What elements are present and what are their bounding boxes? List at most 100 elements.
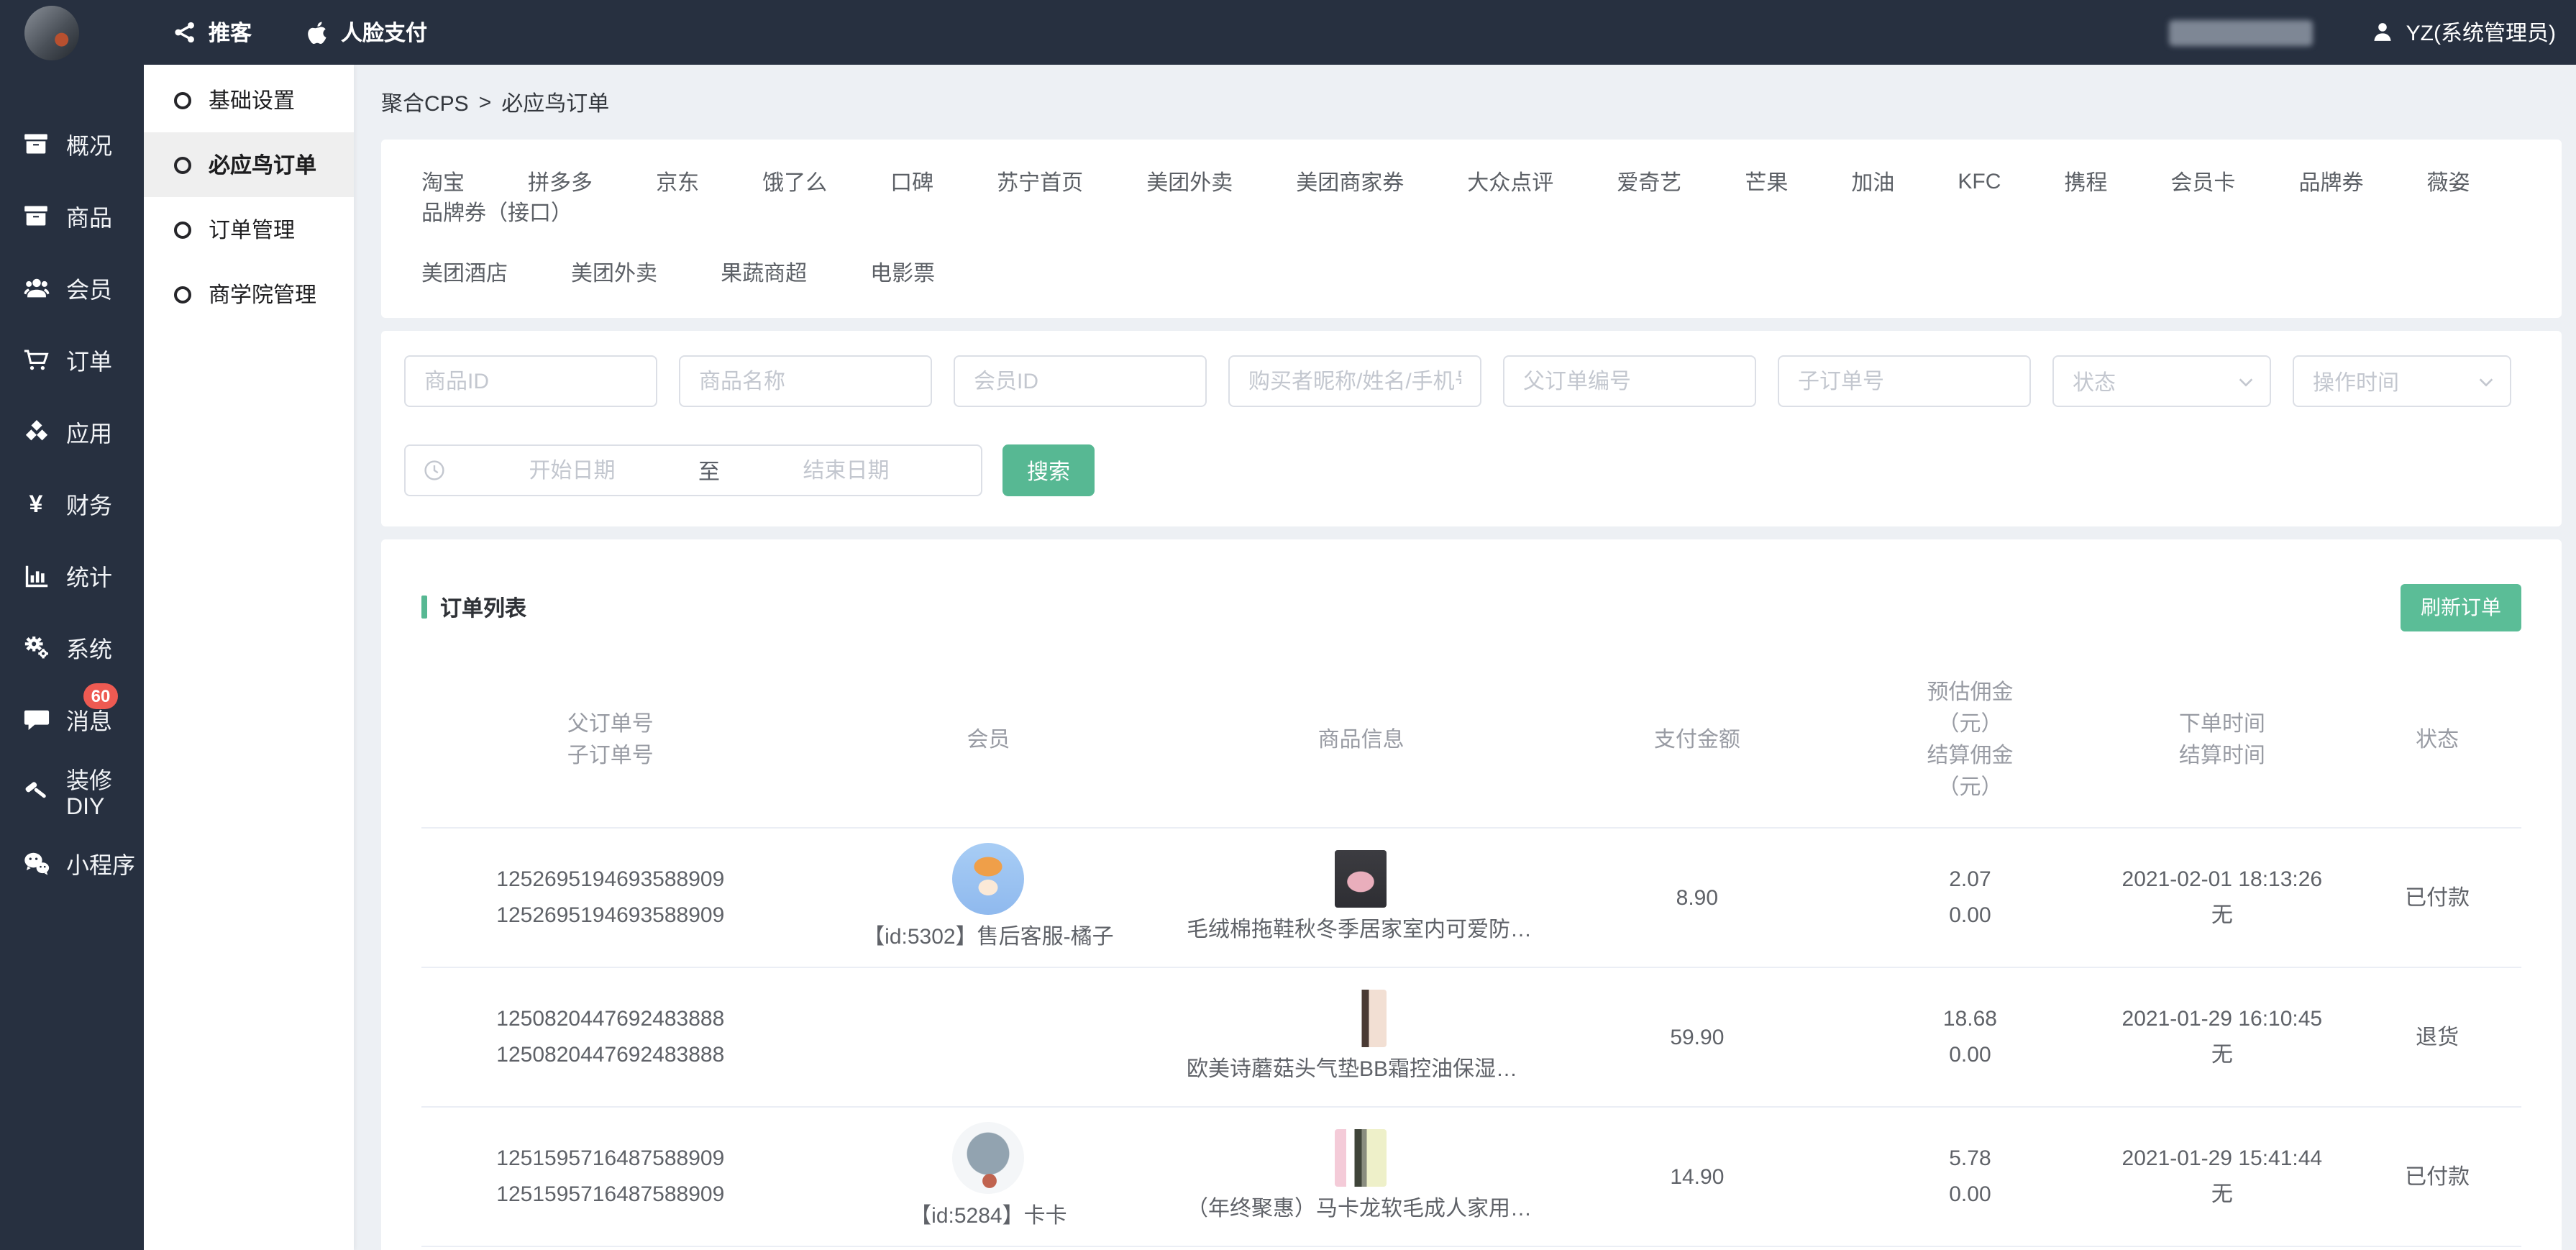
sidebar-item-miniprogram[interactable]: 小程序 bbox=[0, 827, 144, 899]
current-user-label: YZ(系统管理员) bbox=[2406, 17, 2556, 47]
product-image bbox=[1335, 1129, 1387, 1187]
tab-meituan-waimai-2[interactable]: 美团外卖 bbox=[571, 257, 657, 288]
apple-icon bbox=[303, 19, 329, 45]
sidebar-item-orders[interactable]: 订单 bbox=[0, 324, 144, 396]
tab-pinduoduo[interactable]: 拼多多 bbox=[528, 167, 593, 197]
child-order-no: 1252695194693588909 bbox=[496, 898, 724, 934]
sidebar-item-stats[interactable]: 统计 bbox=[0, 539, 144, 611]
header-order-no: 父订单号 子订单号 bbox=[421, 709, 800, 772]
current-user[interactable]: YZ(系统管理员) bbox=[2370, 17, 2556, 47]
member-name: 【id:5284】卡卡 bbox=[910, 1203, 1067, 1231]
start-date-input[interactable] bbox=[446, 457, 698, 484]
pay-amount-cell: 8.90 bbox=[1545, 880, 1849, 916]
tab-ctrip[interactable]: 携程 bbox=[2064, 167, 2107, 197]
tab-meituan-hotel[interactable]: 美团酒店 bbox=[421, 257, 508, 288]
breadcrumb: 聚合CPS > 必应鸟订单 bbox=[381, 65, 2562, 140]
settle-time: 无 bbox=[2211, 1177, 2233, 1213]
parent-order-no: 1250820447692483888 bbox=[496, 1001, 724, 1037]
topbar-right: YZ(系统管理员) bbox=[2169, 17, 2556, 47]
tab-taobao[interactable]: 淘宝 bbox=[421, 167, 465, 197]
topbar-nav: 推客 人脸支付 bbox=[171, 17, 427, 47]
buyer-input[interactable] bbox=[1228, 355, 1481, 407]
submenu-item-academy-management[interactable]: 商学院管理 bbox=[144, 262, 354, 327]
tab-meituan-voucher[interactable]: 美团商家券 bbox=[1296, 167, 1404, 197]
settle-time: 无 bbox=[2211, 898, 2233, 934]
sidebar-item-diy[interactable]: 装修DIY bbox=[0, 755, 144, 827]
order-no-cell: 1251595716487588909 1251595716487588909 bbox=[421, 1141, 800, 1213]
sidebar-item-messages[interactable]: 消息 60 bbox=[0, 683, 144, 755]
end-date-input[interactable] bbox=[720, 457, 972, 484]
circle-icon bbox=[174, 91, 191, 109]
tab-meituan-waimai[interactable]: 美团外卖 bbox=[1146, 167, 1233, 197]
submenu-item-label: 商学院管理 bbox=[209, 279, 316, 309]
circle-icon bbox=[174, 221, 191, 238]
tab-jiayou[interactable]: 加油 bbox=[1851, 167, 1894, 197]
tab-movie-ticket[interactable]: 电影票 bbox=[870, 257, 935, 288]
submenu-item-bingbird-orders[interactable]: 必应鸟订单 bbox=[144, 132, 354, 197]
goods-box-icon bbox=[22, 201, 50, 230]
orders-title-label: 订单列表 bbox=[440, 592, 526, 622]
main-content: 聚合CPS > 必应鸟订单 淘宝 拼多多 京东 饿了么 口碑 苏宁首页 美团外卖… bbox=[354, 65, 2576, 1250]
tab-dianping[interactable]: 大众点评 bbox=[1467, 167, 1553, 197]
tab-jd[interactable]: 京东 bbox=[656, 167, 699, 197]
tab-eleme[interactable]: 饿了么 bbox=[762, 167, 827, 197]
sidebar-item-members[interactable]: 会员 bbox=[0, 252, 144, 324]
header-commission: 预估佣金 （元） 结算佣金 （元） bbox=[1850, 678, 2091, 804]
tab-suning[interactable]: 苏宁首页 bbox=[997, 167, 1083, 197]
sidebar-item-label: 会员 bbox=[66, 270, 112, 305]
parent-order-input[interactable] bbox=[1503, 355, 1756, 407]
submenu-item-label: 订单管理 bbox=[209, 214, 295, 245]
status-cell: 已付款 bbox=[2353, 1159, 2521, 1195]
circle-icon bbox=[174, 156, 191, 173]
sidebar-item-system[interactable]: 系统 bbox=[0, 611, 144, 683]
settle-time: 无 bbox=[2211, 1037, 2233, 1073]
child-order-input[interactable] bbox=[1778, 355, 2031, 407]
member-cell: 【id:5284】卡卡 bbox=[800, 1122, 1178, 1231]
tab-grocery[interactable]: 果蔬商超 bbox=[721, 257, 807, 288]
sidebar-item-label: 统计 bbox=[66, 558, 112, 593]
date-range-picker[interactable]: 至 bbox=[404, 444, 982, 496]
breadcrumb-root[interactable]: 聚合CPS bbox=[381, 87, 469, 117]
tab-kfc[interactable]: KFC bbox=[1958, 170, 2001, 194]
estimated-commission: 5.78 bbox=[1949, 1141, 1991, 1177]
status-select[interactable]: 状态 bbox=[2052, 355, 2271, 407]
member-avatar bbox=[952, 843, 1024, 915]
tab-vichy[interactable]: 薇姿 bbox=[2426, 167, 2470, 197]
nav-item-tuike[interactable]: 推客 bbox=[171, 17, 252, 47]
operate-time-select[interactable]: 操作时间 bbox=[2293, 355, 2511, 407]
nav-item-face-pay[interactable]: 人脸支付 bbox=[303, 17, 427, 47]
status-cell: 已付款 bbox=[2353, 880, 2521, 916]
gears-icon bbox=[22, 633, 50, 662]
submenu-item-order-management[interactable]: 订单管理 bbox=[144, 197, 354, 262]
child-order-no: 1250820447692483888 bbox=[496, 1037, 724, 1073]
sidebar-item-finance[interactable]: ¥ 财务 bbox=[0, 467, 144, 539]
sidebar-item-label: 小程序 bbox=[66, 846, 135, 880]
user-icon bbox=[2370, 19, 2396, 45]
time-cell: 2021-01-29 15:41:44 无 bbox=[2091, 1141, 2353, 1213]
profile-avatar[interactable] bbox=[24, 5, 79, 60]
goods-name-input[interactable] bbox=[679, 355, 932, 407]
tab-brand-coupon[interactable]: 品牌券 bbox=[2298, 167, 2363, 197]
product-cell: 欧美诗蘑菇头气垫BB霜控油保湿持久... bbox=[1177, 990, 1545, 1085]
refresh-orders-button[interactable]: 刷新订单 bbox=[2401, 583, 2521, 631]
sidebar-item-overview[interactable]: 概况 bbox=[0, 108, 144, 180]
tab-iqiyi[interactable]: 爱奇艺 bbox=[1617, 167, 1681, 197]
member-id-input[interactable] bbox=[954, 355, 1207, 407]
table-row: 1252695194693588909 1252695194693588909 … bbox=[421, 827, 2521, 967]
tab-koubei[interactable]: 口碑 bbox=[890, 167, 933, 197]
tab-mango[interactable]: 芒果 bbox=[1745, 167, 1788, 197]
header-status: 状态 bbox=[2353, 725, 2521, 757]
commission-cell: 2.07 0.00 bbox=[1850, 862, 2091, 934]
search-button[interactable]: 搜索 bbox=[1002, 444, 1095, 496]
tab-member-card[interactable]: 会员卡 bbox=[2170, 167, 2235, 197]
tab-brand-coupon-api[interactable]: 品牌券（接口） bbox=[421, 197, 572, 227]
channel-tabs-row-1: 淘宝 拼多多 京东 饿了么 口碑 苏宁首页 美团外卖 美团商家券 大众点评 爱奇… bbox=[421, 167, 2521, 227]
product-title: （年终聚惠）马卡龙软毛成人家用竹... bbox=[1187, 1195, 1535, 1224]
channel-tabs-row-2: 美团酒店 美团外卖 果蔬商超 电影票 bbox=[421, 257, 2521, 288]
members-icon bbox=[22, 273, 50, 302]
sidebar-item-goods[interactable]: 商品 bbox=[0, 180, 144, 252]
goods-id-input[interactable] bbox=[404, 355, 657, 407]
submenu-item-basic-settings[interactable]: 基础设置 bbox=[144, 68, 354, 132]
sidebar-item-apps[interactable]: 应用 bbox=[0, 396, 144, 467]
filter-row-2: 至 搜索 bbox=[404, 444, 2539, 496]
